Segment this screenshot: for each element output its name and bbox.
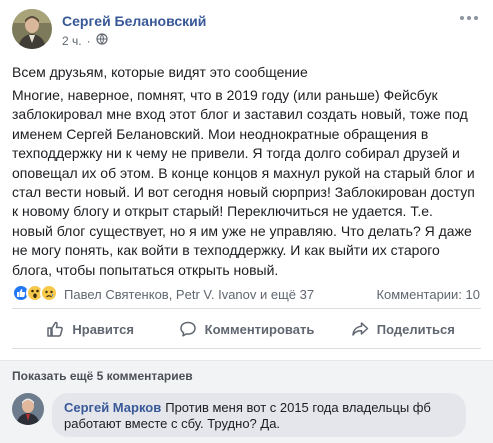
meta-separator: · [86,33,91,48]
author-avatar[interactable] [12,9,52,49]
commenter-avatar[interactable] [12,393,44,425]
comment-author[interactable]: Сергей Марков [64,400,161,415]
like-button[interactable]: Нравится [12,312,168,346]
post-time[interactable]: 2 ч. [62,34,82,48]
reaction-icons[interactable] [12,284,58,302]
comment-icon [179,321,196,337]
post-meta: 2 ч. · [62,33,108,48]
share-label: Поделиться [376,321,455,337]
like-label: Нравится [72,321,134,337]
more-options-icon[interactable] [460,12,480,24]
comment-label: Комментировать [204,321,315,337]
globe-icon[interactable] [95,33,108,48]
share-icon [352,322,369,336]
post-text: Многие, наверное, помнят, что в 2019 год… [12,87,475,278]
action-bar: Нравится Комментировать Поделиться [12,312,481,346]
comments-count[interactable]: Комментарии: 10 [376,287,480,302]
post-card: Сергей Белановский 2 ч. · Всем друзьям, … [0,0,493,443]
show-more-comments-link[interactable]: Показать ещё 5 комментариев [12,369,193,383]
post-lead: Всем друзьям, которые видят это сообщени… [12,64,308,80]
comment-button[interactable]: Комментировать [168,312,324,346]
reaction-names[interactable]: Павел Святенков, Petr V. Ivanov и ещё 37 [64,287,314,302]
share-button[interactable]: Поделиться [325,312,481,346]
thumbs-up-icon [47,321,64,337]
divider [12,308,481,309]
author-name[interactable]: Сергей Белановский [62,13,206,29]
comment-bubble: Сергей Марков Против меня вот с 2015 года… [52,393,466,437]
divider [12,348,481,349]
sad-icon [40,284,58,302]
